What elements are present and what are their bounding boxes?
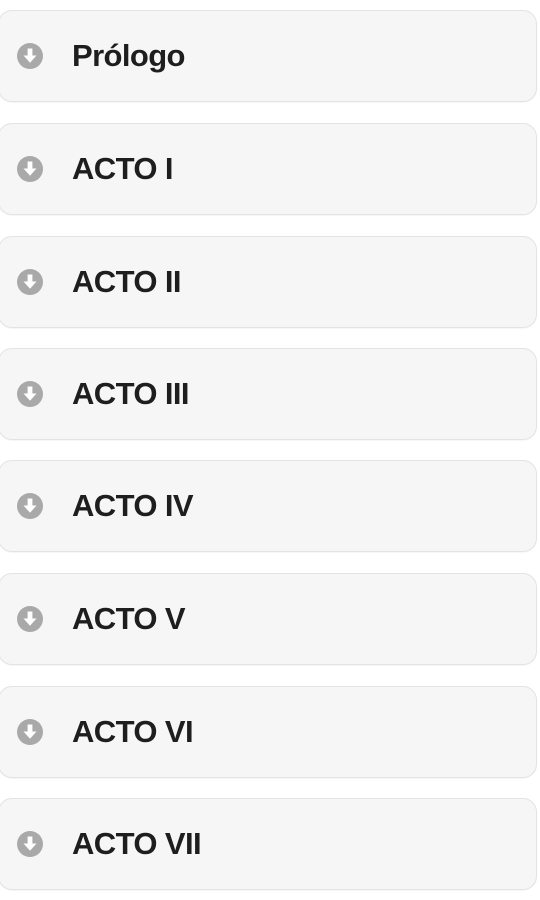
arrow-down-circle-icon bbox=[17, 606, 43, 632]
accordion-item-label: ACTO V bbox=[72, 600, 186, 636]
arrow-down-circle-icon bbox=[17, 719, 43, 745]
accordion-item-acto-vi[interactable]: ACTO VI bbox=[0, 686, 537, 778]
accordion-item-acto-iii[interactable]: ACTO III bbox=[0, 348, 537, 440]
accordion-item-label: ACTO IV bbox=[72, 487, 194, 523]
accordion-item-label: ACTO VII bbox=[72, 825, 202, 861]
arrow-down-circle-icon bbox=[17, 269, 43, 295]
arrow-down-circle-icon bbox=[17, 381, 43, 407]
accordion-item-acto-vii[interactable]: ACTO VII bbox=[0, 798, 537, 890]
accordion-item-acto-iv[interactable]: ACTO IV bbox=[0, 460, 537, 552]
accordion-item-acto-v[interactable]: ACTO V bbox=[0, 573, 537, 665]
arrow-down-circle-icon bbox=[17, 43, 43, 69]
accordion-list: Prólogo ACTO I ACTO II ACTO III ACTO IV … bbox=[0, 0, 540, 900]
arrow-down-circle-icon bbox=[17, 831, 43, 857]
accordion-item-label: ACTO I bbox=[72, 150, 173, 186]
accordion-item-label: ACTO II bbox=[72, 263, 182, 299]
accordion-item-label: Prólogo bbox=[72, 37, 186, 73]
accordion-item-acto-i[interactable]: ACTO I bbox=[0, 123, 537, 215]
arrow-down-circle-icon bbox=[17, 493, 43, 519]
accordion-item-prologo[interactable]: Prólogo bbox=[0, 10, 537, 102]
arrow-down-circle-icon bbox=[17, 156, 43, 182]
accordion-item-label: ACTO VI bbox=[72, 713, 194, 749]
accordion-item-label: ACTO III bbox=[72, 375, 190, 411]
accordion-item-acto-ii[interactable]: ACTO II bbox=[0, 236, 537, 328]
